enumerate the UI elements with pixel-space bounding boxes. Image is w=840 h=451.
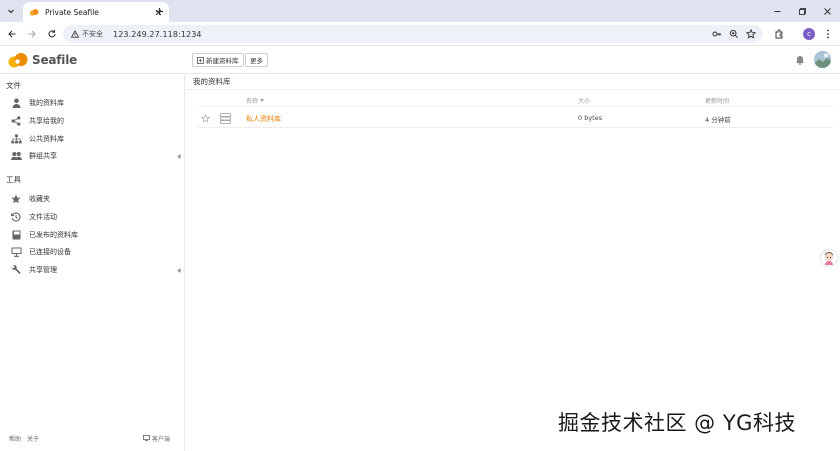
desktop-icon <box>143 435 150 441</box>
table-row[interactable]: 私人资料库 0 bytes 4 分钟前 <box>197 110 833 128</box>
sidebar-item-group-shares[interactable]: 群组共享 <box>10 149 182 163</box>
assistant-avatar-icon[interactable] <box>821 250 837 266</box>
history-icon <box>10 211 22 223</box>
sidebar-item-my-libraries[interactable]: 我的资料库 <box>10 96 182 110</box>
sidebar-item-linked-devices[interactable]: 已连接的设备 <box>10 245 182 259</box>
sidebar-footer: 帮助 关于 客户端 <box>0 431 185 445</box>
seafile-logo[interactable]: Seafile <box>8 52 77 68</box>
star-icon <box>10 193 22 205</box>
browser-tab[interactable]: Private Seafile <box>23 2 169 22</box>
library-icon <box>220 113 231 124</box>
more-label: 更多 <box>250 57 263 65</box>
seafile-favicon-icon <box>29 9 39 16</box>
group-icon <box>10 150 22 162</box>
address-bar[interactable]: 不安全 123.249.27.118:1234 <box>63 25 763 43</box>
sidebar-item-file-activity[interactable]: 文件活动 <box>10 210 182 224</box>
minimize-icon[interactable] <box>770 4 784 18</box>
user-icon <box>10 97 22 109</box>
bookmark-star-icon[interactable] <box>744 27 758 41</box>
client-link[interactable]: 客户端 <box>143 434 170 443</box>
sidebar-item-label: 共享给我的 <box>29 117 64 125</box>
divider <box>197 106 833 107</box>
watermark: 掘金技术社区 @ YG科技 <box>558 411 796 435</box>
back-arrow-icon[interactable] <box>5 27 19 41</box>
seafile-logo-icon <box>8 53 28 68</box>
sidebar-item-label: 已发布的资料库 <box>29 231 78 239</box>
library-updated-time: 4 分钟前 <box>705 116 731 124</box>
restore-icon[interactable] <box>795 4 809 18</box>
about-link[interactable]: 关于 <box>27 434 39 443</box>
logo-text: Seafile <box>32 53 78 67</box>
sidebar-item-label: 群组共享 <box>29 152 57 160</box>
column-header-updated[interactable]: 更新时间 <box>705 96 729 105</box>
browser-toolbar: 不安全 123.249.27.118:1234 c <box>0 22 840 46</box>
plus-square-icon <box>197 56 204 64</box>
sidebar-item-label: 收藏夹 <box>29 195 50 203</box>
column-header-size-label: 大小 <box>578 98 591 105</box>
new-tab-plus-icon[interactable] <box>152 4 166 18</box>
browser-tab-strip: Private Seafile <box>0 0 840 22</box>
sidebar-item-label: 文件活动 <box>29 213 57 221</box>
files-heading: 文件 <box>6 81 21 90</box>
sidebar-item-published-libraries[interactable]: 已发布的资料库 <box>10 228 182 242</box>
caret-left-icon[interactable] <box>176 153 182 159</box>
column-header-name-label: 名称 <box>246 98 259 105</box>
reload-icon[interactable] <box>45 27 59 41</box>
url-text[interactable]: 123.249.27.118:1234 <box>113 30 202 39</box>
bell-icon[interactable] <box>795 54 805 65</box>
sidebar-item-label: 共享管理 <box>29 266 57 274</box>
new-library-button[interactable]: 新建资料库 <box>192 53 244 67</box>
star-outline-icon[interactable] <box>201 114 210 123</box>
window-close-icon[interactable] <box>820 4 834 18</box>
org-icon <box>10 133 22 145</box>
more-button[interactable]: 更多 <box>245 53 268 67</box>
library-name-link[interactable]: 私人资料库 <box>246 114 281 124</box>
monitor-icon <box>10 246 22 258</box>
browser-menu-icon[interactable] <box>821 27 835 41</box>
sidebar-item-label: 我的资料库 <box>29 99 64 107</box>
book-icon <box>10 229 22 241</box>
tab-title: Private Seafile <box>45 7 99 17</box>
share-icon <box>10 115 22 127</box>
security-indicator[interactable]: 不安全 <box>71 29 103 39</box>
sort-caret-icon <box>260 99 265 102</box>
warning-triangle-icon <box>71 30 79 38</box>
caret-left-icon[interactable] <box>176 267 182 273</box>
app-header: Seafile 新建资料库 更多 <box>0 47 840 74</box>
client-label: 客户端 <box>152 435 171 443</box>
sidebar-item-favorites[interactable]: 收藏夹 <box>10 192 182 206</box>
password-key-icon[interactable] <box>710 27 724 41</box>
profile-avatar[interactable]: c <box>803 28 815 40</box>
library-size: 0 bytes <box>578 114 603 122</box>
user-avatar[interactable] <box>814 51 831 68</box>
tab-search-chevron-icon[interactable] <box>3 3 19 19</box>
sidebar-item-public-libraries[interactable]: 公共资料库 <box>10 132 182 146</box>
tools-heading: 工具 <box>6 175 21 184</box>
column-header-name[interactable]: 名称 <box>246 96 265 105</box>
extensions-icon[interactable] <box>772 27 786 41</box>
wrench-icon <box>10 264 22 276</box>
forward-arrow-icon[interactable] <box>25 27 39 41</box>
help-link[interactable]: 帮助 <box>9 434 21 443</box>
sidebar-item-shared-with-me[interactable]: 共享给我的 <box>10 114 182 128</box>
sidebar-item-share-admin[interactable]: 共享管理 <box>10 263 182 277</box>
sidebar: 文件 我的资料库 共享给我的 公共资料库 群组共享 工具 收藏夹 文件活动 已发… <box>0 75 185 451</box>
security-label: 不安全 <box>82 30 103 38</box>
column-header-size[interactable]: 大小 <box>578 96 590 105</box>
column-header-updated-label: 更新时间 <box>705 98 730 105</box>
new-library-label: 新建资料库 <box>206 57 239 65</box>
page-title: 我的资料库 <box>193 77 231 86</box>
sidebar-item-label: 公共资料库 <box>29 135 64 143</box>
sidebar-item-label: 已连接的设备 <box>29 248 71 256</box>
zoom-icon[interactable] <box>727 27 741 41</box>
divider <box>186 89 840 90</box>
